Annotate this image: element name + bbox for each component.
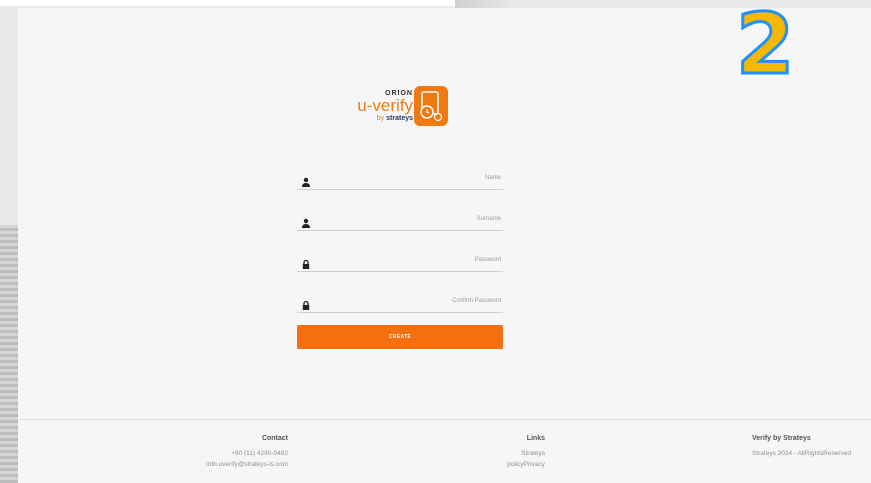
confirm-password-field[interactable]: Confirm Password [297, 293, 503, 313]
contact-phone[interactable]: +90 (11) 4290-0482 [170, 448, 288, 459]
links-heading: Links [526, 435, 545, 442]
link-strateys[interactable]: Strateys [480, 448, 545, 459]
person-icon [301, 174, 311, 187]
background-edge [0, 225, 18, 483]
background-strip [0, 0, 455, 6]
logo-product: u-verify [357, 96, 413, 115]
surname-field[interactable]: Surname [297, 211, 503, 231]
contact-email[interactable]: info.uverify@strateys-ls.com [170, 459, 288, 470]
logo-icon [414, 86, 448, 126]
link-privacy[interactable]: policyPrivacy [480, 459, 545, 470]
confirm-password-placeholder: Confirm Password [451, 298, 501, 304]
brand-copyright: Strateys 2024 - AllRightsReserved [752, 450, 851, 457]
logo-by-prefix: by [376, 115, 385, 122]
footer-brand: Verify by Strateys Strateys 2024 - AllRi… [752, 433, 871, 459]
name-placeholder: Name [484, 175, 501, 181]
contact-heading: Contact [261, 435, 288, 442]
person-icon [301, 215, 311, 228]
name-field[interactable]: Name [297, 170, 503, 190]
footer-links: Links Strateys policyPrivacy [480, 433, 545, 470]
footer-divider [18, 419, 871, 420]
logo-byline: by strateys [345, 115, 413, 122]
footer-contact: Contact +90 (11) 4290-0482 info.uverify@… [170, 433, 288, 470]
overlay-number: 2 [734, 0, 795, 93]
logo-text: ORION u-verify by strateys [345, 84, 413, 122]
brand-heading: Verify by Strateys [752, 435, 811, 442]
create-button[interactable]: CREATE [297, 325, 503, 349]
lock-icon [301, 297, 311, 310]
surname-placeholder: Surname [476, 216, 501, 222]
lock-icon [301, 256, 311, 269]
logo-by-company: strateys [386, 115, 413, 122]
app-logo: ORION u-verify by strateys [345, 84, 460, 142]
password-field[interactable]: Password [297, 252, 503, 272]
password-placeholder: Password [474, 257, 501, 263]
signup-form: Name Surname Password Confirm Password [297, 170, 503, 334]
